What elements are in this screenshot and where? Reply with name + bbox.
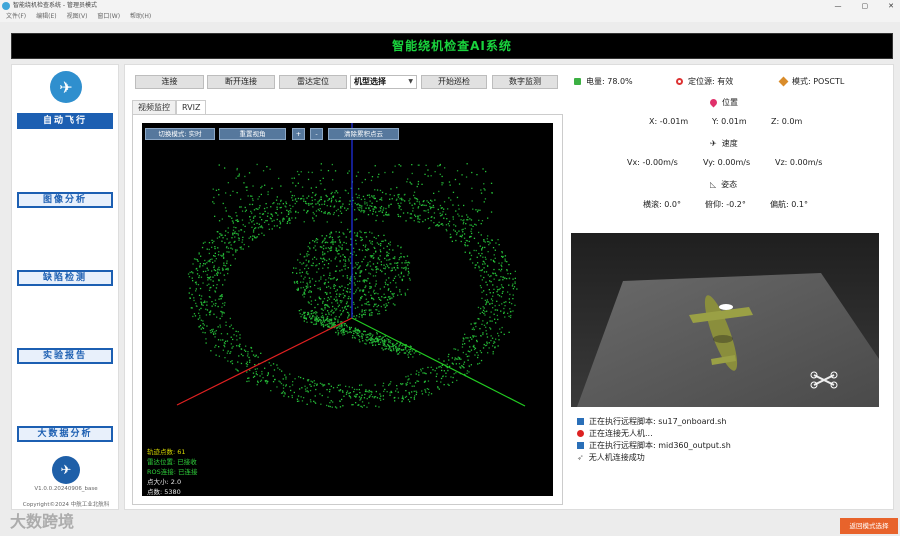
- log-line: ➶ 无人机连接成功: [577, 453, 645, 462]
- system-banner: 智能绕机检查AI系统: [11, 33, 893, 59]
- auto-flight-button[interactable]: 自动飞行: [17, 113, 113, 129]
- position-z: Z: 0.0m: [771, 117, 803, 126]
- clear-cloud-button[interactable]: 清除累积点云: [328, 128, 399, 140]
- target-icon: [676, 78, 683, 85]
- company-logo-icon: ✈: [52, 456, 80, 484]
- point-cloud-canvas: [176, 123, 526, 409]
- ros-connection-label: ROS连接: 已连接: [147, 468, 198, 476]
- simulation-scene: [571, 233, 879, 407]
- track-points-label: 轨迹点数: 61: [147, 448, 186, 456]
- window-title: 智能绕机检查系统 - 管理员模式: [13, 2, 97, 9]
- zoom-out-button[interactable]: -: [310, 128, 323, 140]
- model-select-value: 机型选择: [354, 77, 386, 86]
- rocket-icon: ➶: [577, 453, 584, 462]
- digital-monitor-button[interactable]: 数字监测: [492, 75, 558, 89]
- point-count-label: 点数: 5380: [147, 488, 181, 496]
- connect-button[interactable]: 连接: [135, 75, 204, 89]
- velocity-y: Vy: 0.00m/s: [703, 158, 751, 167]
- watermark: 大数跨境: [10, 512, 75, 531]
- position-x: X: -0.01m: [649, 117, 689, 126]
- chevron-down-icon: ▼: [408, 78, 413, 85]
- close-icon[interactable]: ✕: [888, 0, 894, 12]
- app-icon: [2, 2, 10, 10]
- radar-locate-button[interactable]: 雷达定位: [279, 75, 347, 89]
- model-select-dropdown[interactable]: 机型选择 ▼: [350, 75, 417, 89]
- disconnect-button[interactable]: 断开连接: [207, 75, 275, 89]
- tab-video-monitor[interactable]: 视频监控: [132, 100, 176, 114]
- point-cloud-viewer[interactable]: 切换模式: 实时 重置视角 + - 清除累积点云 轨迹点数: 61 雷达位置: …: [142, 123, 553, 496]
- image-analysis-button[interactable]: 图像分析: [17, 192, 113, 208]
- position-header: 位置: [708, 97, 738, 108]
- log-line: 正在连接无人机...: [577, 428, 653, 439]
- menu-window[interactable]: 窗口(W): [97, 12, 120, 22]
- flight-mode-status: 模式: POSCTL: [778, 76, 844, 87]
- pitch-value: 俯仰: -0.2°: [705, 200, 746, 209]
- velocity-header: ✈ 速度: [710, 139, 738, 148]
- big-data-analysis-button[interactable]: 大数据分析: [17, 426, 113, 442]
- red-dot-icon: [577, 430, 584, 437]
- script-icon: [577, 442, 584, 449]
- y-axis: [351, 317, 526, 407]
- view-tabs: 视频监控 RVIZ: [132, 100, 207, 114]
- compass-icon: [778, 76, 789, 87]
- menu-file[interactable]: 文件(F): [6, 12, 26, 22]
- version-label: V1.0.0.20240906_base: [34, 486, 98, 492]
- battery-status: 电量: 78.0%: [574, 76, 633, 87]
- x-axis: [176, 317, 353, 406]
- simulation-view: [571, 233, 879, 407]
- yaw-value: 偏航: 0.1°: [770, 200, 808, 209]
- start-patrol-button[interactable]: 开始巡检: [421, 75, 487, 89]
- title-bar: 智能绕机检查系统 - 管理员模式 — ▢ ✕: [0, 0, 900, 12]
- attitude-header: ◺ 姿态: [710, 180, 738, 189]
- return-mode-button[interactable]: 返回模式选择: [840, 518, 898, 534]
- script-icon: [577, 418, 584, 425]
- menu-view[interactable]: 视图(V): [67, 12, 88, 22]
- menu-help[interactable]: 帮助(H): [130, 12, 151, 22]
- minimize-icon[interactable]: —: [835, 0, 842, 12]
- menu-bar: 文件(F) 编辑(E) 视图(V) 窗口(W) 帮助(H): [0, 12, 900, 22]
- sidebar: ✈ 自动飞行 图像分析 缺陷检测 实验报告 大数据分析 ✈ V1.0.0.202…: [11, 64, 119, 510]
- maximize-icon[interactable]: ▢: [862, 0, 869, 12]
- position-y: Y: 0.01m: [712, 117, 747, 126]
- location-source-status: 定位源: 有效: [676, 76, 733, 87]
- battery-icon: [574, 78, 581, 85]
- location-pin-icon: [708, 97, 719, 108]
- airplane-icon: ✈: [710, 139, 717, 148]
- window-controls: — ▢ ✕: [835, 0, 895, 12]
- drone-logo-icon: ✈: [50, 71, 82, 103]
- radar-position-label: 雷达位置: 已接收: [147, 458, 197, 466]
- reset-view-button[interactable]: 重置视角: [219, 128, 286, 140]
- point-size-label: 点大小: 2.0: [147, 478, 182, 486]
- zoom-in-button[interactable]: +: [292, 128, 305, 140]
- velocity-z: Vz: 0.00m/s: [775, 158, 823, 167]
- copyright-label: Copyright©2024 中航工业北航科: [22, 502, 110, 508]
- velocity-x: Vx: -0.00m/s: [627, 158, 678, 167]
- roll-value: 横滚: 0.0°: [643, 200, 681, 209]
- switch-mode-button[interactable]: 切换模式: 实时: [145, 128, 215, 140]
- menu-edit[interactable]: 编辑(E): [36, 12, 56, 22]
- tab-rviz[interactable]: RVIZ: [176, 100, 207, 114]
- log-line: 正在执行远程脚本: su17_onboard.sh: [577, 416, 727, 427]
- experiment-report-button[interactable]: 实验报告: [17, 348, 113, 364]
- log-line: 正在执行远程脚本: mid360_output.sh: [577, 440, 731, 451]
- defect-detection-button[interactable]: 缺陷检测: [17, 270, 113, 286]
- angle-icon: ◺: [710, 180, 717, 189]
